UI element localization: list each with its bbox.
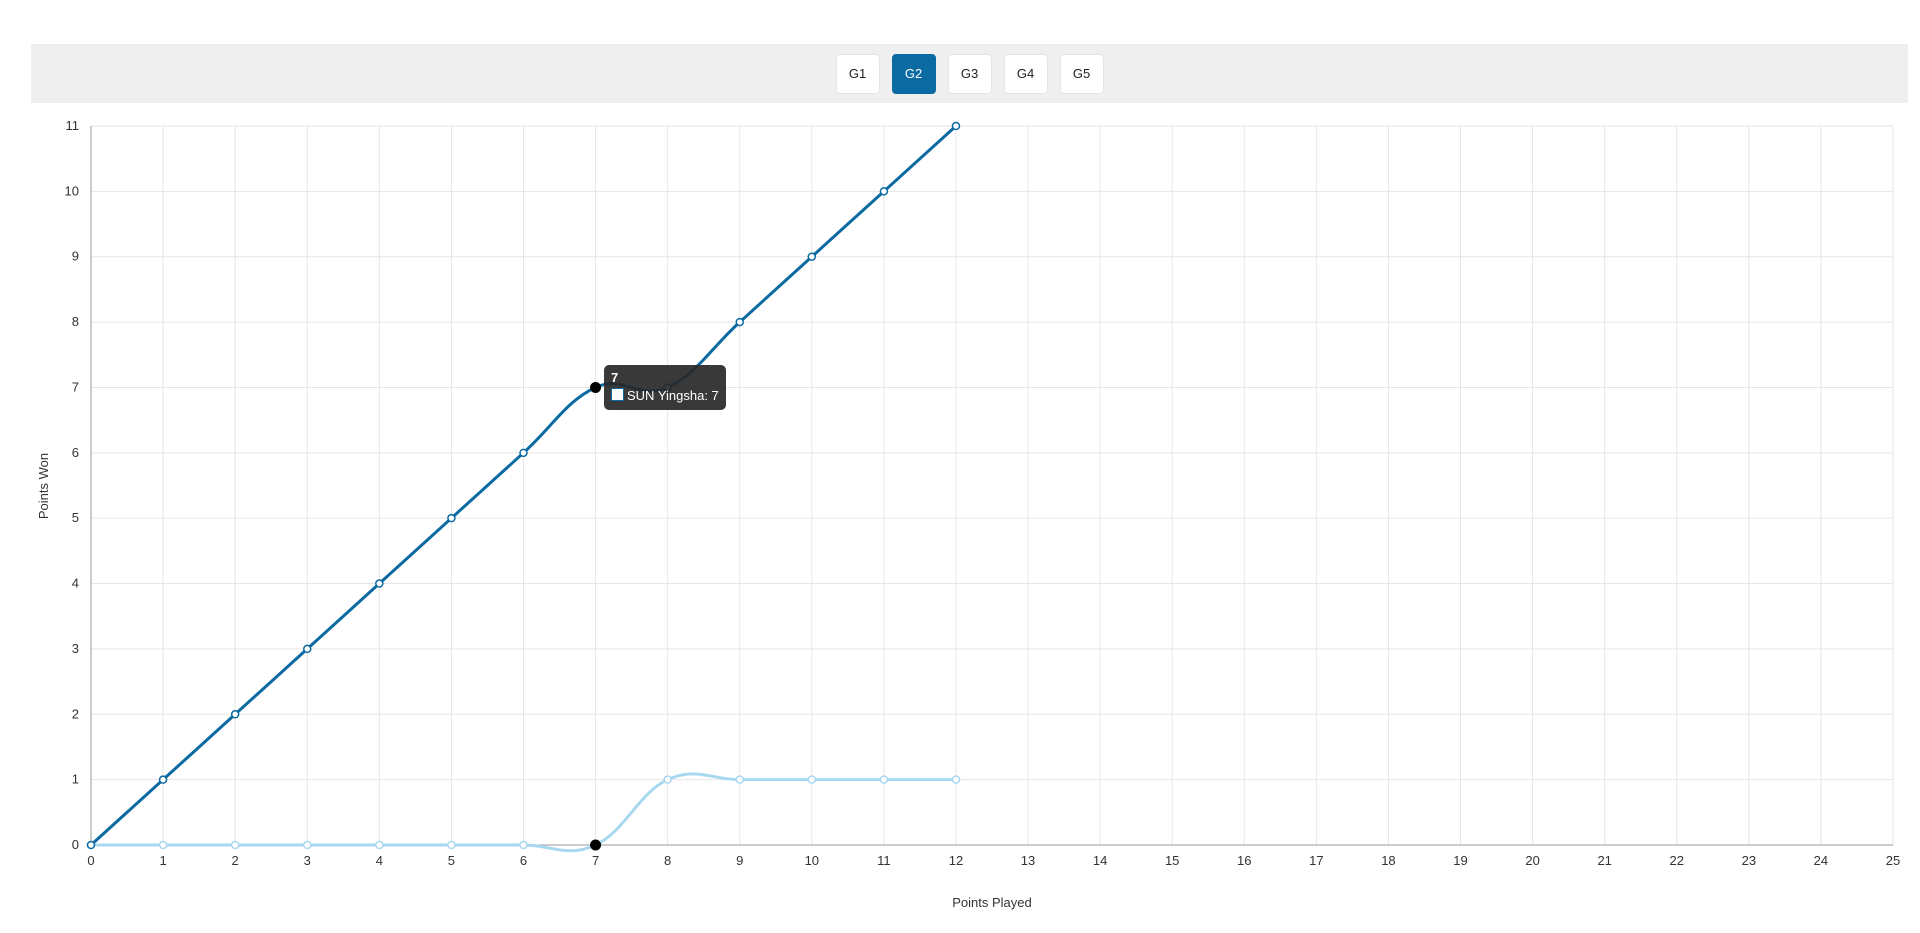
x-tick-label: 9 [736,853,743,868]
x-tick-label: 23 [1742,853,1756,868]
data-point [86,840,96,850]
data-point [951,121,961,131]
game-button-g5[interactable]: G5 [1059,53,1104,94]
y-tick-label: 5 [72,510,79,525]
data-point [951,775,961,784]
x-tick-label: 20 [1525,853,1539,868]
data-point [807,252,817,261]
y-tick-label: 8 [72,314,79,329]
data-point [879,187,889,196]
y-tick-label: 9 [72,249,79,264]
x-tick-label: 12 [949,853,963,868]
data-point [519,840,528,850]
game-button-g3[interactable]: G3 [947,53,992,94]
y-tick-label: 4 [72,576,79,591]
game-button-g4[interactable]: G4 [1003,53,1048,94]
x-tick-label: 3 [304,853,311,868]
data-tooltip: 7 SUN Yingsha: 7 [604,365,726,410]
x-tick-label: 11 [877,853,891,868]
x-tick-label: 0 [87,853,94,868]
grid-lines [90,125,1894,846]
data-point [158,840,168,850]
tooltip-body: SUN Yingsha: 7 [627,388,719,403]
y-axis-title: Points Won [36,453,51,519]
data-point [375,579,384,588]
x-axis-title: Points Played [952,895,1032,910]
y-tick-label: 0 [72,837,79,852]
game-selector: G1 G2 G3 G4 G5 [31,44,1908,103]
x-tick-label: 4 [376,853,383,868]
x-tick-label: 22 [1670,853,1684,868]
data-point [590,839,602,851]
x-tick-label: 17 [1309,853,1323,868]
y-tick-label: 10 [65,183,79,198]
data-point [663,775,672,784]
data-point [230,710,240,719]
data-point [302,840,312,850]
data-point [447,513,456,523]
y-tick-label: 3 [72,641,79,656]
tooltip-title: 7 [611,370,619,385]
y-tick-label: 2 [72,706,79,721]
data-point [590,381,602,393]
x-tick-label: 5 [448,853,455,868]
x-tick-label: 8 [664,853,671,868]
data-point [158,775,168,784]
points-chart: 0 1 2 3 4 5 6 7 8 9 10 11 12 13 14 15 16 17 18 19 20 21 22 23 24… [36,118,1901,910]
y-tick-label: 7 [72,379,79,394]
game-button-g1[interactable]: G1 [835,53,880,94]
x-tick-label: 15 [1165,853,1179,868]
series-swatch [611,388,624,401]
tooltip-row: SUN Yingsha: 7 [611,387,719,405]
data-point [807,775,817,784]
x-tick-label: 25 [1886,853,1900,868]
x-tick-label: 13 [1021,853,1035,868]
x-tick-label: 18 [1381,853,1395,868]
axes: 0 1 2 3 4 5 6 7 8 9 10 11 12 13 14 15 16 17 18 19 20 21 22 23 24… [65,118,1901,868]
x-tick-label: 6 [520,853,527,868]
y-tick-label: 1 [72,772,79,787]
y-tick-label: 6 [72,445,79,460]
data-point [375,840,384,850]
x-tick-label: 2 [232,853,239,868]
data-point [302,644,312,654]
data-point [735,317,744,327]
y-tick-label: 11 [66,118,80,133]
data-point [879,775,889,784]
x-tick-label: 7 [592,853,599,868]
data-point [447,840,456,850]
x-tick-label: 19 [1453,853,1467,868]
data-point [735,775,744,784]
data-point [230,840,240,850]
x-tick-label: 14 [1093,853,1107,868]
data-point [519,448,528,458]
x-tick-label: 21 [1597,853,1611,868]
x-tick-label: 10 [805,853,819,868]
game-button-g2[interactable]: G2 [891,53,936,94]
x-tick-label: 24 [1814,853,1828,868]
x-tick-label: 16 [1237,853,1251,868]
x-tick-label: 1 [159,853,166,868]
